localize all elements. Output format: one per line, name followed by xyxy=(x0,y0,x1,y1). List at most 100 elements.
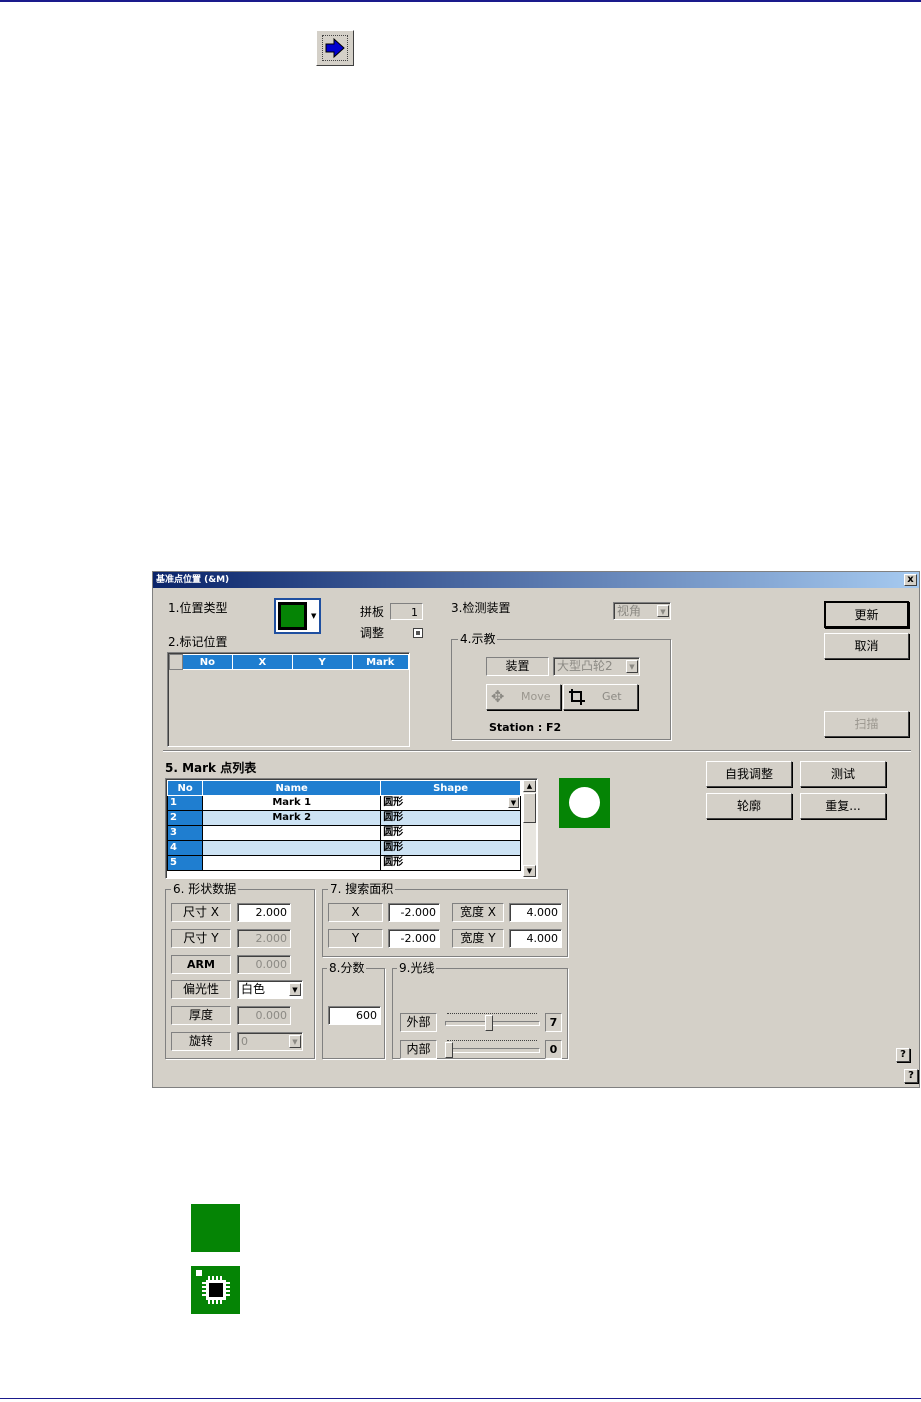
chevron-down-icon: ▼ xyxy=(626,660,638,673)
col-no[interactable]: No xyxy=(166,780,204,796)
next-arrow-button[interactable] xyxy=(316,30,354,66)
mark-list-table[interactable]: No Name Shape 1 Mark 1 圆形 ▼ 2 Mark 2 圆形 3… xyxy=(165,778,538,879)
update-button[interactable]: 更新 xyxy=(824,601,909,628)
row-shape[interactable]: 圆形 xyxy=(380,825,521,841)
outer-light-slider[interactable] xyxy=(445,1013,540,1033)
row-shape-select[interactable]: 圆形 ▼ xyxy=(380,795,521,811)
size-x-input[interactable]: 2.000 xyxy=(237,903,291,922)
ic-chip-icon xyxy=(202,1276,230,1304)
search-area-label: 7. 搜索面积 xyxy=(328,882,396,896)
row-header-corner xyxy=(169,654,183,670)
row-name[interactable]: Mark 2 xyxy=(202,810,382,826)
col-name[interactable]: Name xyxy=(202,780,382,796)
table-row[interactable]: 1 Mark 1 圆形 ▼ xyxy=(166,795,521,811)
cancel-button[interactable]: 取消 xyxy=(824,633,909,659)
top-rule xyxy=(0,0,921,2)
get-button[interactable]: Get xyxy=(563,684,638,710)
chevron-down-icon: ▼ xyxy=(311,612,317,620)
row-shape[interactable]: 圆形 xyxy=(380,855,521,871)
green-board-icon xyxy=(281,605,304,627)
col-y[interactable]: Y xyxy=(291,654,353,670)
device-value: 大型凸轮2 xyxy=(557,659,613,673)
shape-data-label: 6. 形状数据 xyxy=(171,882,239,896)
width-y-input[interactable]: 4.000 xyxy=(509,929,562,948)
row-no: 3 xyxy=(166,825,204,841)
row-name[interactable] xyxy=(202,840,382,856)
vertical-scrollbar[interactable]: ▲ ▼ xyxy=(523,780,536,877)
mark-position-label: 2.标记位置 xyxy=(168,635,228,649)
arm-label: ARM xyxy=(171,955,231,974)
title-bar: 基准点位置 (&M) x xyxy=(153,572,919,588)
row-name[interactable]: Mark 1 xyxy=(202,795,382,811)
row-shape: 圆形 xyxy=(383,797,404,808)
search-y-input[interactable]: -2.000 xyxy=(388,929,440,948)
contour-button[interactable]: 轮廓 xyxy=(706,793,792,819)
table-row[interactable]: 4 圆形 xyxy=(166,840,521,856)
position-type-selector[interactable]: ▼ xyxy=(274,598,321,634)
test-button[interactable]: 测试 xyxy=(800,761,886,787)
position-type-swatch xyxy=(278,602,307,630)
col-x[interactable]: X xyxy=(231,654,293,670)
scan-button[interactable]: 扫描 xyxy=(824,711,909,737)
help-button[interactable]: ? xyxy=(896,1048,910,1062)
inner-light-slider[interactable] xyxy=(445,1040,540,1060)
search-y-label: Y xyxy=(328,929,383,948)
size-y-input[interactable]: 2.000 xyxy=(237,929,291,948)
adjust-label: 调整 xyxy=(360,626,385,640)
self-adjust-button[interactable]: 自我调整 xyxy=(706,761,792,787)
mark-position-table[interactable]: No X Y Mark xyxy=(167,652,410,747)
col-no[interactable]: No xyxy=(181,654,233,670)
teach-label: 4.示教 xyxy=(458,632,498,646)
search-x-label: X xyxy=(328,903,383,922)
close-button[interactable]: x xyxy=(904,574,917,586)
move-button-label: Move xyxy=(521,690,551,703)
slider-thumb[interactable] xyxy=(485,1015,493,1031)
width-x-input[interactable]: 4.000 xyxy=(509,903,562,922)
chevron-down-icon: ▼ xyxy=(289,1035,301,1048)
size-x-label: 尺寸 X xyxy=(171,903,231,922)
table-row[interactable]: 5 圆形 xyxy=(166,855,521,871)
thickness-input[interactable]: 0.000 xyxy=(237,1006,291,1025)
search-x-input[interactable]: -2.000 xyxy=(388,903,440,922)
adjust-checkbox[interactable] xyxy=(413,628,423,638)
col-mark[interactable]: Mark xyxy=(351,654,410,670)
col-shape[interactable]: Shape xyxy=(380,780,521,796)
mark-shape-preview xyxy=(559,778,610,828)
outer-light-value: 7 xyxy=(545,1013,562,1032)
repeat-button[interactable]: 重复... xyxy=(800,793,886,819)
row-name[interactable] xyxy=(202,825,382,841)
arrow-right-icon xyxy=(322,35,348,61)
scroll-up-icon[interactable]: ▲ xyxy=(523,780,536,792)
bottom-rule xyxy=(0,1398,921,1399)
chevron-down-icon: ▼ xyxy=(657,605,669,617)
table-row[interactable]: 3 圆形 xyxy=(166,825,521,841)
score-input[interactable]: 600 xyxy=(328,1006,381,1025)
polarity-label: 偏光性 xyxy=(171,980,231,999)
thickness-label: 厚度 xyxy=(171,1006,231,1025)
slider-track xyxy=(445,1048,540,1053)
row-name[interactable] xyxy=(202,855,382,871)
move-button[interactable]: ✥ Move xyxy=(486,684,561,710)
scroll-down-icon[interactable]: ▼ xyxy=(523,865,536,877)
row-shape[interactable]: 圆形 xyxy=(380,840,521,856)
arm-input[interactable]: 0.000 xyxy=(237,955,291,974)
detect-device-select[interactable]: 视角 ▼ xyxy=(613,602,671,620)
chevron-down-icon: ▼ xyxy=(508,797,519,808)
polarity-select[interactable]: 白色 ▼ xyxy=(237,980,303,999)
table-row[interactable]: 2 Mark 2 圆形 xyxy=(166,810,521,826)
circle-mark-icon xyxy=(569,787,600,818)
device-select[interactable]: 大型凸轮2 ▼ xyxy=(553,657,640,676)
score-label: 8.分数 xyxy=(327,961,367,975)
rotation-select[interactable]: 0 ▼ xyxy=(237,1032,303,1051)
slider-thumb[interactable] xyxy=(445,1042,453,1058)
row-shape[interactable]: 圆形 xyxy=(380,810,521,826)
position-type-label: 1.位置类型 xyxy=(168,601,228,615)
scroll-thumb[interactable] xyxy=(523,793,536,823)
help-button[interactable]: ? xyxy=(904,1069,918,1083)
station-label: Station : xyxy=(489,721,543,734)
width-x-label: 宽度 X xyxy=(452,903,504,922)
rotation-label: 旋转 xyxy=(171,1032,231,1051)
inner-light-value: 0 xyxy=(545,1040,562,1059)
row-no: 2 xyxy=(166,810,204,826)
width-y-label: 宽度 Y xyxy=(452,929,504,948)
